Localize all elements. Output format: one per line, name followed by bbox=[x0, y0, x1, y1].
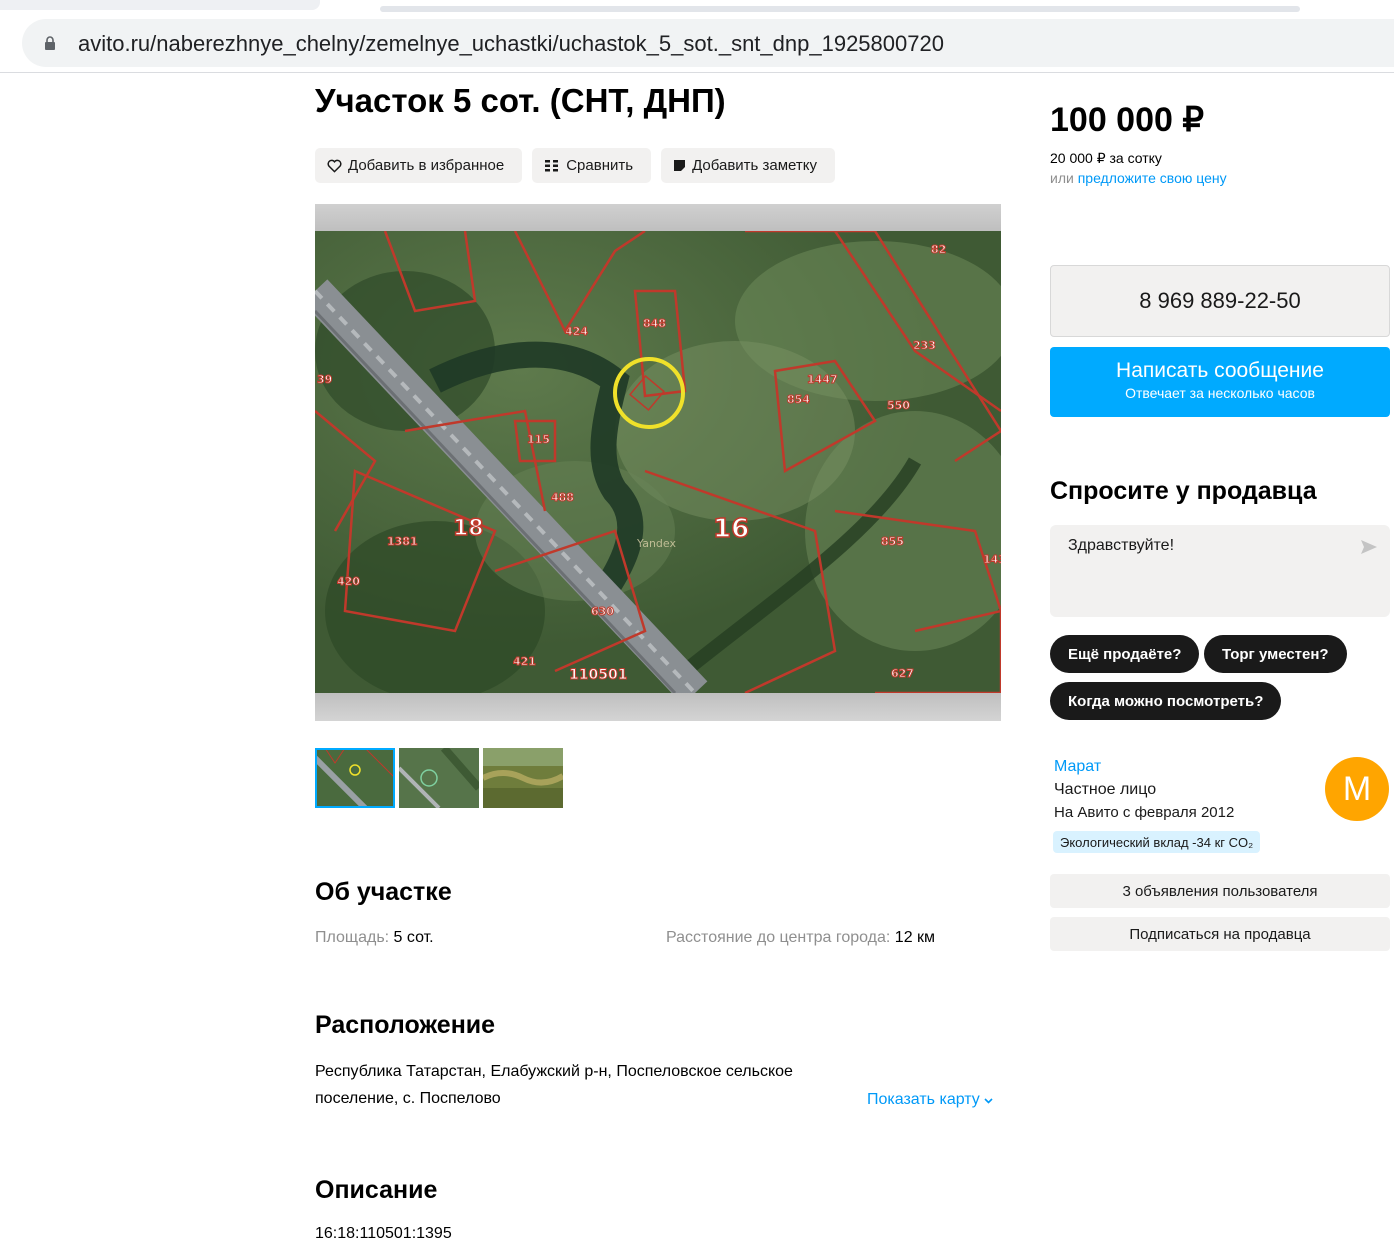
cadastral-map-image: 848 1447 854 488 855 1381 630 421 627 11… bbox=[315, 231, 1001, 693]
add-favorite-label: Добавить в избранное bbox=[348, 157, 505, 174]
subscribe-button[interactable]: Подписаться на продавца bbox=[1050, 917, 1390, 951]
about-heading: Об участке bbox=[315, 878, 452, 906]
description-heading: Описание bbox=[315, 1176, 438, 1204]
map-label: 110501 bbox=[569, 667, 627, 683]
photo-blur-top bbox=[315, 204, 1001, 231]
distance-value: 12 км bbox=[894, 929, 936, 946]
photo-blur-bottom bbox=[315, 693, 1001, 721]
response-time: Отвечает за несколько часов bbox=[1125, 385, 1315, 401]
show-map-link[interactable]: Показать карту bbox=[867, 1091, 993, 1109]
map-label: 143 bbox=[983, 553, 1001, 566]
price: 100 000 ₽ bbox=[1050, 101, 1204, 139]
ask-seller-heading: Спросите у продавца bbox=[1050, 477, 1317, 505]
map-label: Yandex bbox=[636, 537, 676, 550]
write-message-button[interactable]: Написать сообщение Отвечает за несколько… bbox=[1050, 347, 1390, 417]
page-title: Участок 5 сот. (СНТ, ДНП) bbox=[315, 82, 726, 119]
main-photo[interactable]: 848 1447 854 488 855 1381 630 421 627 11… bbox=[315, 204, 1001, 721]
thumbnail-2[interactable] bbox=[399, 748, 479, 808]
distance-label: Расстояние до центра города: bbox=[666, 929, 891, 946]
ask-seller-text: Здравствуйте! bbox=[1068, 537, 1175, 554]
add-note-button[interactable]: Добавить заметку bbox=[661, 148, 835, 183]
map-label: 1447 bbox=[807, 373, 838, 386]
thumbnail-1[interactable] bbox=[315, 748, 395, 808]
map-label: 550 bbox=[887, 399, 910, 412]
quick-question-still-selling[interactable]: Ещё продаёте? bbox=[1050, 635, 1200, 673]
thumbnail-image bbox=[399, 748, 479, 808]
seller-name-link[interactable]: Марат bbox=[1054, 758, 1101, 776]
lock-icon bbox=[45, 36, 55, 50]
send-icon[interactable] bbox=[1360, 539, 1378, 555]
area-property: Площадь: 5 сот. bbox=[315, 929, 434, 947]
price-per-sotka: 20 000 ₽ за сотку bbox=[1050, 150, 1162, 166]
phone-button[interactable]: 8 969 889-22-50 bbox=[1050, 265, 1390, 337]
thumbnail-image bbox=[315, 748, 395, 808]
chevron-down-icon bbox=[984, 1098, 993, 1104]
area-value: 5 сот. bbox=[393, 929, 434, 946]
thumbnail-image bbox=[483, 748, 563, 808]
map-label: 848 bbox=[643, 317, 666, 330]
note-icon bbox=[674, 160, 686, 171]
map-label: 627 bbox=[891, 667, 914, 680]
offer-price-link[interactable]: предложите свою цену bbox=[1078, 170, 1227, 186]
url-text[interactable]: avito.ru/naberezhnye_chelny/zemelnye_uch… bbox=[78, 31, 944, 57]
distance-property: Расстояние до центра города: 12 км bbox=[666, 929, 935, 947]
add-favorite-button[interactable]: Добавить в избранное bbox=[315, 148, 523, 183]
map-label: 18 bbox=[453, 516, 484, 541]
thumbnail-3[interactable] bbox=[483, 748, 563, 808]
ask-seller-input[interactable]: Здравствуйте! bbox=[1050, 525, 1390, 617]
map-label: 488 bbox=[551, 491, 574, 504]
action-buttons: Добавить в избранное Сравнить Добавить з… bbox=[315, 148, 835, 183]
quick-question-bargain[interactable]: Торг уместен? bbox=[1204, 635, 1347, 673]
compare-button[interactable]: Сравнить bbox=[532, 148, 652, 183]
user-ads-button[interactable]: 3 объявления пользователя bbox=[1050, 874, 1390, 908]
area-label: Площадь: bbox=[315, 929, 390, 946]
offer-price: или предложите свою цену bbox=[1050, 170, 1227, 186]
map-label: 854 bbox=[787, 393, 810, 406]
seller-since: На Авито с февраля 2012 bbox=[1054, 804, 1235, 821]
eco-badge[interactable]: Экологический вклад -34 кг CO₂ bbox=[1053, 831, 1261, 853]
add-note-label: Добавить заметку bbox=[692, 157, 817, 174]
map-label: 424 bbox=[565, 325, 588, 338]
address-bar[interactable]: avito.ru/naberezhnye_chelny/zemelnye_uch… bbox=[22, 19, 1394, 67]
map-label: 855 bbox=[881, 535, 904, 548]
location-heading: Расположение bbox=[315, 1011, 496, 1039]
address-text: Республика Татарстан, Елабужский р-н, По… bbox=[315, 1063, 793, 1107]
quick-question-when-view[interactable]: Когда можно посмотреть? bbox=[1050, 682, 1282, 720]
write-message-label: Написать сообщение bbox=[1116, 359, 1324, 382]
heart-icon bbox=[327, 159, 342, 173]
description-text: 16:18:110501:1395 bbox=[315, 1225, 452, 1242]
map-label: 421 bbox=[513, 655, 536, 668]
map-label: 630 bbox=[591, 605, 614, 618]
photo-thumbnails bbox=[315, 748, 563, 808]
offer-prefix: или bbox=[1050, 170, 1074, 186]
map-label: 420 bbox=[337, 575, 360, 588]
divider bbox=[0, 72, 1394, 73]
show-map-label: Показать карту bbox=[867, 1091, 980, 1108]
map-label: 115 bbox=[527, 433, 550, 446]
browser-tabstrip bbox=[0, 0, 1394, 16]
seller-type: Частное лицо bbox=[1054, 781, 1157, 798]
map-label: 1381 bbox=[387, 535, 418, 548]
map-label: 39 bbox=[317, 373, 332, 386]
compare-icon bbox=[545, 159, 559, 171]
avatar[interactable]: М bbox=[1325, 757, 1389, 821]
compare-label: Сравнить bbox=[566, 157, 634, 174]
map-label: 233 bbox=[913, 339, 936, 352]
map-label: 82 bbox=[931, 243, 946, 256]
map-label: 16 bbox=[713, 514, 749, 544]
